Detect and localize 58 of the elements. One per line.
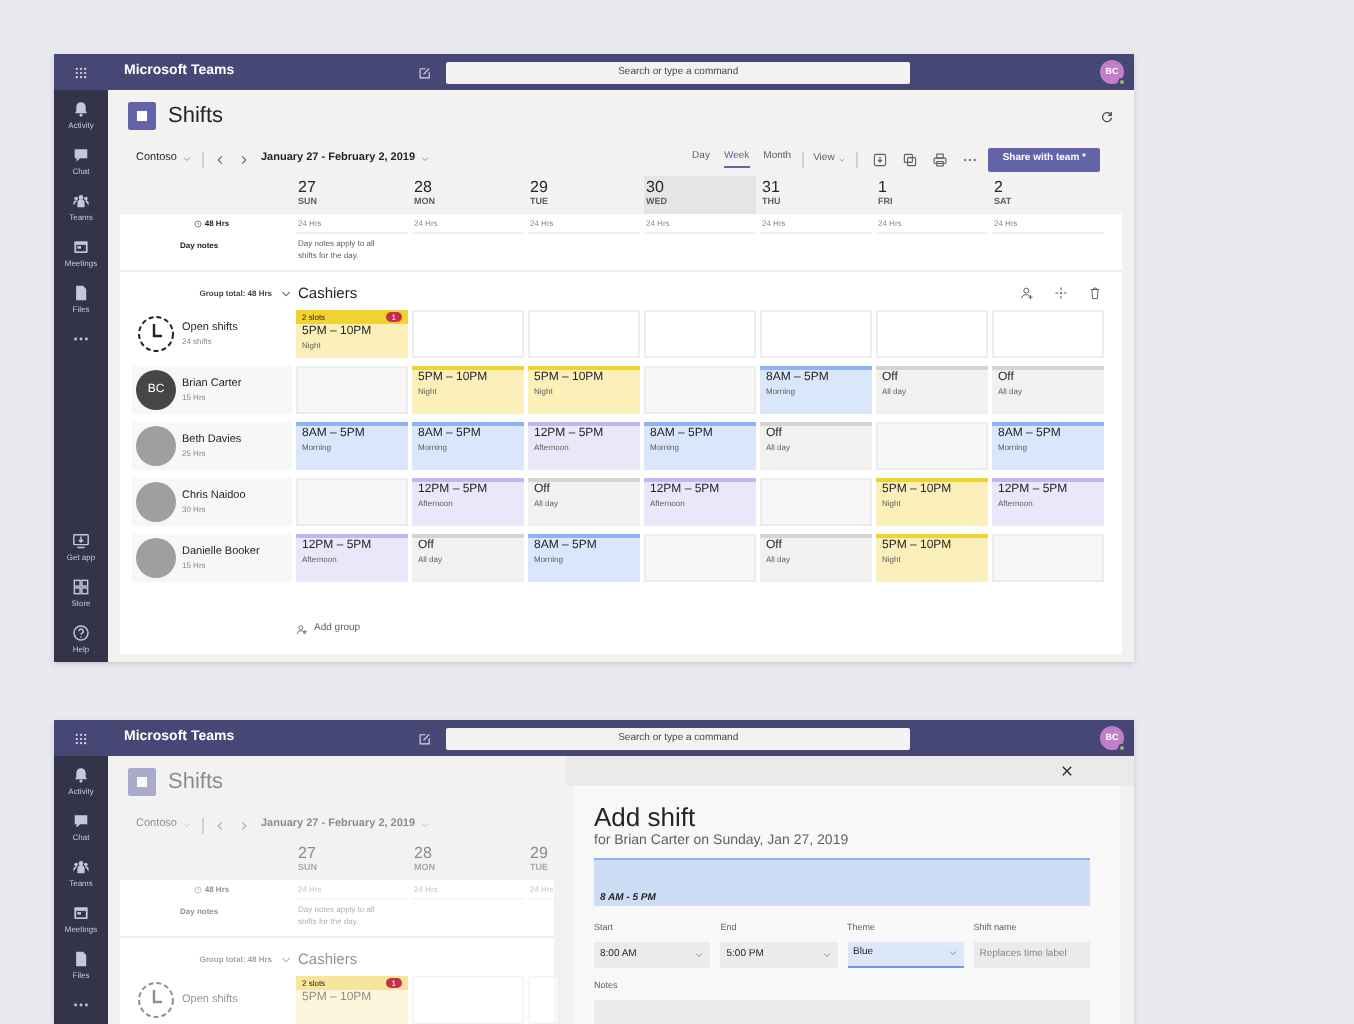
avatar-placeholder <box>136 538 176 578</box>
page-title: Shifts <box>168 101 224 132</box>
calendar-icon <box>71 904 90 922</box>
people-icon <box>72 192 90 210</box>
avatar-placeholder <box>136 482 176 522</box>
bell-icon <box>71 766 90 784</box>
day-date: 27 <box>298 178 318 196</box>
day-date: 30 <box>646 178 666 196</box>
next-icon[interactable] <box>237 153 249 165</box>
chevron-down-icon <box>181 154 191 164</box>
close-icon[interactable] <box>1060 764 1074 778</box>
file-icon <box>72 284 90 302</box>
file-icon <box>72 950 90 968</box>
chevron-down-icon <box>181 820 191 830</box>
copy-icon[interactable] <box>902 151 919 167</box>
day-date: 1 <box>878 178 889 196</box>
day-date: 29 <box>530 844 550 862</box>
trash-icon[interactable] <box>1088 286 1102 300</box>
open-shifts-clock-icon <box>136 980 176 1020</box>
day-date: 28 <box>414 844 434 862</box>
previous-icon[interactable] <box>213 153 225 165</box>
open-shifts-clock-icon <box>136 314 176 354</box>
compose-icon[interactable] <box>418 731 433 745</box>
people-icon <box>72 858 90 876</box>
clock-icon <box>194 885 203 893</box>
help-icon <box>72 624 90 642</box>
day-date: 29 <box>530 178 550 196</box>
add-person-icon <box>296 624 308 636</box>
bell-icon <box>71 100 90 118</box>
day-date: 31 <box>762 178 782 196</box>
shifts-app-icon <box>128 102 156 130</box>
chevron-down-icon <box>947 948 958 959</box>
page-title: Shifts <box>168 767 224 798</box>
chevron-down-icon[interactable] <box>280 287 292 299</box>
move-icon[interactable] <box>1054 286 1068 300</box>
add-person-icon[interactable] <box>1020 286 1034 300</box>
day-date: 27 <box>298 844 318 862</box>
chevron-down-icon <box>694 949 705 960</box>
app-launcher-icon[interactable] <box>74 731 88 745</box>
chat-icon <box>72 812 90 830</box>
refresh-icon[interactable] <box>1100 109 1114 123</box>
printer-icon[interactable] <box>932 151 949 167</box>
monitor-download-icon <box>71 532 90 550</box>
day-date: 2 <box>994 178 1005 196</box>
avatar-placeholder <box>136 426 176 466</box>
dialog-title: Add shift <box>594 802 698 832</box>
compose-icon[interactable] <box>418 65 433 79</box>
clock-icon <box>194 219 203 227</box>
chevron-down-icon <box>419 820 430 830</box>
export-icon[interactable] <box>872 151 889 167</box>
calendar-icon <box>71 238 90 256</box>
app-launcher-icon[interactable] <box>74 65 88 79</box>
day-date: 28 <box>414 178 434 196</box>
chevron-down-icon <box>419 154 430 164</box>
chat-icon <box>72 146 90 164</box>
chevron-down-icon <box>821 949 831 960</box>
grid-icon <box>72 578 90 596</box>
shifts-app-icon <box>128 768 156 796</box>
